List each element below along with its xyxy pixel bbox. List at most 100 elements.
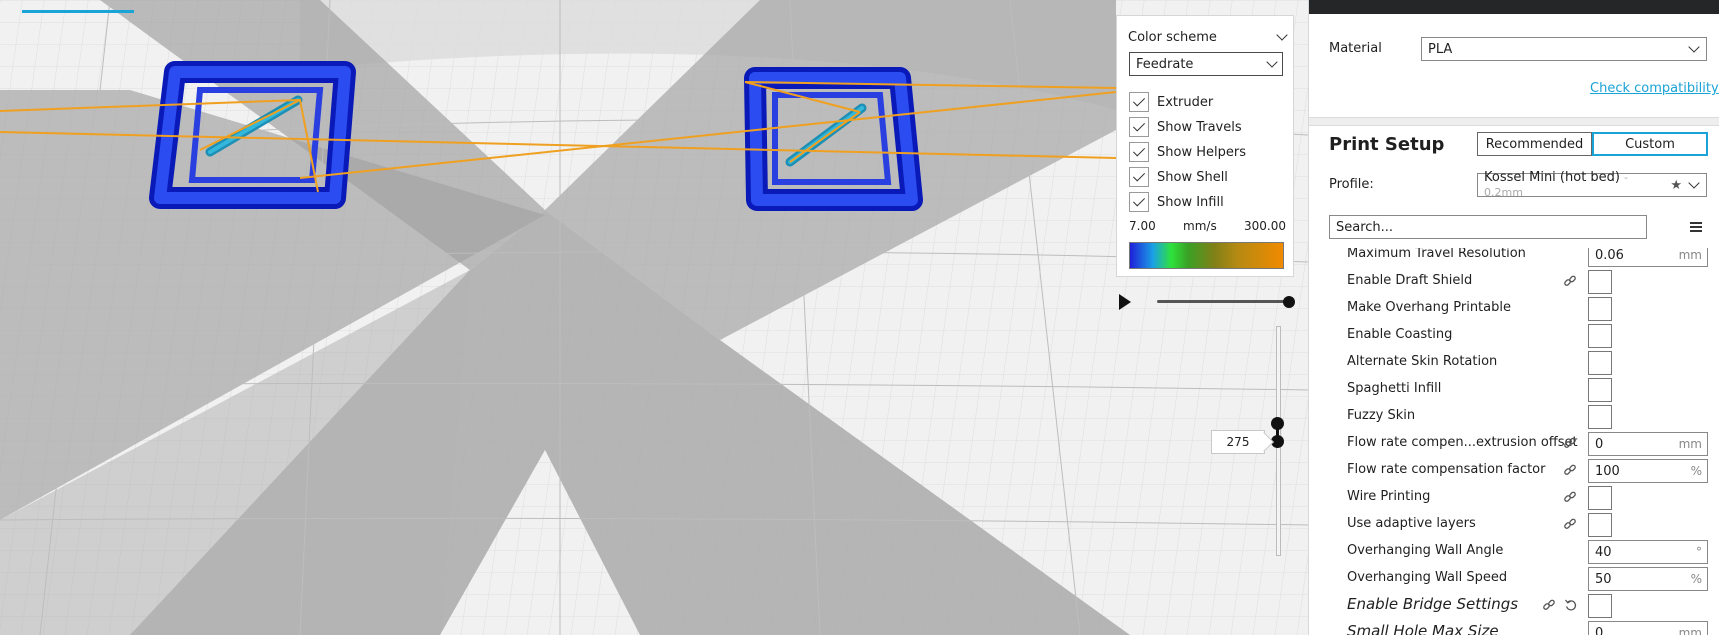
setting-row: Maximum Travel Resolution 0.06 mm: [1309, 248, 1719, 268]
show-shell-toggle[interactable]: Show Shell: [1129, 166, 1228, 188]
setting-name: Flow rate compen...extrusion offset: [1347, 435, 1578, 450]
custom-mode-button[interactable]: Custom: [1592, 132, 1708, 156]
setting-row: Enable Bridge Settings: [1309, 592, 1719, 619]
checkbox[interactable]: [1129, 167, 1149, 187]
build-plate-scene: [0, 0, 1308, 635]
setting-name: Spaghetti Infill: [1347, 381, 1442, 396]
setting-value-input[interactable]: 0 mm: [1588, 432, 1708, 456]
link-icon[interactable]: [1563, 274, 1577, 288]
setting-checkbox[interactable]: [1588, 486, 1612, 510]
settings-sidebar: Material PLA Check compatibility Print S…: [1308, 0, 1719, 635]
setting-name: Small Hole Max Size: [1347, 622, 1499, 635]
settings-menu-icon[interactable]: [1690, 222, 1702, 234]
setting-value-input[interactable]: 0.06 mm: [1588, 248, 1708, 267]
checkbox-label: Show Travels: [1157, 119, 1242, 135]
setting-unit: mm: [1678, 248, 1702, 262]
setting-name: Enable Draft Shield: [1347, 273, 1473, 288]
setting-checkbox[interactable]: [1588, 270, 1612, 294]
setting-name: Wire Printing: [1347, 489, 1431, 504]
link-icon[interactable]: [1563, 463, 1577, 477]
setting-row: Alternate Skin Rotation: [1309, 349, 1719, 376]
setting-checkbox[interactable]: [1588, 513, 1612, 537]
material-value: PLA: [1428, 41, 1453, 57]
color-scheme-title: Color scheme: [1128, 29, 1217, 45]
material-label: Material: [1329, 41, 1382, 56]
setting-name: Enable Bridge Settings: [1347, 595, 1519, 613]
settings-list: Maximum Travel Resolution 0.06 mm Enable…: [1309, 248, 1719, 635]
search-placeholder: Search...: [1336, 219, 1394, 235]
checkbox-label: Show Infill: [1157, 194, 1224, 210]
show-helpers-toggle[interactable]: Show Helpers: [1129, 141, 1246, 163]
link-icon[interactable]: [1542, 598, 1556, 612]
profile-text: Kossel Mini (hot bed) - 0.2mm: [1484, 170, 1670, 200]
setting-unit: %: [1690, 464, 1702, 478]
setting-value: 0: [1595, 626, 1604, 635]
material-dropdown[interactable]: PLA: [1421, 37, 1707, 61]
setting-checkbox[interactable]: [1588, 351, 1612, 375]
chevron-down-icon: [1688, 41, 1700, 53]
view-options-panel: Color scheme Feedrate Extruder Show Trav…: [1116, 15, 1294, 277]
setting-unit: mm: [1678, 437, 1702, 451]
setting-value-input[interactable]: 0 mm: [1588, 621, 1708, 635]
setting-value: 0: [1595, 437, 1604, 452]
profile-label: Profile:: [1329, 177, 1374, 192]
setting-name: Overhanging Wall Angle: [1347, 543, 1504, 558]
checkbox-label: Show Helpers: [1157, 144, 1246, 160]
setting-unit: %: [1690, 572, 1702, 586]
setting-row: Fuzzy Skin: [1309, 403, 1719, 430]
setting-value-input[interactable]: 100 %: [1588, 459, 1708, 483]
setting-checkbox[interactable]: [1588, 378, 1612, 402]
checkbox[interactable]: [1129, 192, 1149, 212]
legend-unit: mm/s: [1183, 219, 1217, 233]
color-scheme-dropdown[interactable]: Feedrate: [1129, 52, 1283, 76]
simulation-slider-handle[interactable]: [1283, 296, 1295, 308]
setting-row: Enable Draft Shield: [1309, 268, 1719, 295]
setting-checkbox[interactable]: [1588, 405, 1612, 429]
chevron-down-icon[interactable]: [1276, 29, 1288, 41]
check-compatibility-link[interactable]: Check compatibility: [1590, 81, 1719, 96]
checkbox[interactable]: [1129, 92, 1149, 112]
setting-row: Small Hole Max Size 0 mm: [1309, 619, 1719, 635]
checkbox[interactable]: [1129, 117, 1149, 137]
setting-name: Overhanging Wall Speed: [1347, 570, 1508, 585]
setting-value-input[interactable]: 50 %: [1588, 567, 1708, 591]
3d-viewport[interactable]: [0, 0, 1308, 635]
setting-unit: mm: [1678, 626, 1702, 635]
setting-row: Spaghetti Infill: [1309, 376, 1719, 403]
reset-icon[interactable]: [1564, 598, 1578, 612]
layer-number: 275: [1226, 435, 1250, 449]
star-icon[interactable]: ★: [1670, 178, 1682, 193]
setting-row: Overhanging Wall Angle 40 °: [1309, 538, 1719, 565]
feedrate-gradient-bar: [1129, 242, 1284, 269]
link-icon[interactable]: [1563, 436, 1577, 450]
layer-slider-upper-handle[interactable]: [1271, 417, 1284, 430]
setting-value: 40: [1595, 545, 1612, 560]
checkbox[interactable]: [1129, 142, 1149, 162]
setting-row: Wire Printing: [1309, 484, 1719, 511]
legend-max: 300.00: [1244, 219, 1286, 233]
recommended-mode-button[interactable]: Recommended: [1477, 132, 1592, 156]
play-icon[interactable]: [1119, 294, 1131, 310]
settings-search-input[interactable]: Search...: [1329, 215, 1647, 239]
profile-dropdown[interactable]: Kossel Mini (hot bed) - 0.2mm ★: [1477, 170, 1707, 200]
layer-number-box[interactable]: 275: [1211, 430, 1265, 454]
link-icon[interactable]: [1563, 490, 1577, 504]
setting-name: Fuzzy Skin: [1347, 408, 1416, 423]
setting-name: Enable Coasting: [1347, 327, 1453, 342]
sidebar-top-bar: [1309, 0, 1719, 14]
simulation-slider-track[interactable]: [1157, 300, 1289, 303]
setting-checkbox[interactable]: [1588, 324, 1612, 348]
setting-value-input[interactable]: 40 °: [1588, 540, 1708, 564]
show-infill-toggle[interactable]: Show Infill: [1129, 191, 1224, 213]
setting-value: 0.06: [1595, 248, 1624, 263]
setting-checkbox[interactable]: [1588, 297, 1612, 321]
show-travels-toggle[interactable]: Show Travels: [1129, 116, 1242, 138]
extruder-toggle[interactable]: Extruder: [1129, 91, 1213, 113]
setting-checkbox[interactable]: [1588, 594, 1612, 618]
setting-row: Flow rate compen...extrusion offset 0 mm: [1309, 430, 1719, 457]
check-icon: [1132, 94, 1146, 107]
check-icon: [1132, 119, 1146, 132]
link-icon[interactable]: [1563, 517, 1577, 531]
setting-row: Make Overhang Printable: [1309, 295, 1719, 322]
color-scheme-header[interactable]: Color scheme: [1128, 27, 1288, 47]
